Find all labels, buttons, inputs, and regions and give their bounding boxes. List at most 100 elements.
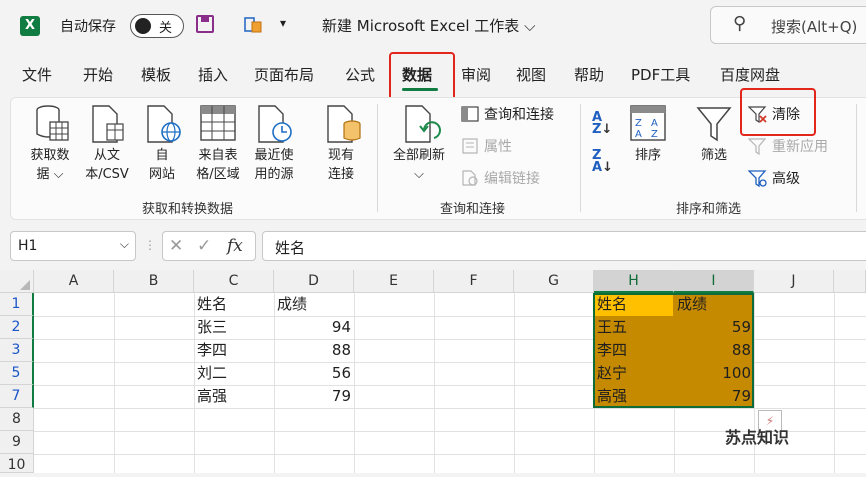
tab-pdf-tools[interactable]: PDF工具 [631, 64, 690, 85]
column-header-d[interactable]: D [274, 270, 354, 293]
tab-help[interactable]: 帮助 [574, 64, 604, 85]
cell-i3[interactable]: 88 [674, 339, 754, 362]
document-title[interactable]: 新建 Microsoft Excel 工作表 ⌵ [322, 15, 535, 36]
column-header-a[interactable]: A [34, 270, 114, 293]
tab-insert[interactable]: 插入 [198, 64, 228, 85]
properties-button[interactable]: 属性 [484, 136, 512, 156]
tab-baidu-netdisk[interactable]: 百度网盘 [720, 64, 780, 85]
group-separator [377, 104, 378, 212]
from-text-csv-icon [92, 105, 124, 143]
column-header-b[interactable]: B [114, 270, 194, 293]
save-icon[interactable] [196, 15, 214, 33]
tab-home[interactable]: 开始 [83, 64, 113, 85]
from-web-icon [147, 105, 181, 143]
get-data-button[interactable]: 获取数 据 ⌵ [22, 146, 78, 184]
advanced-filter-button[interactable]: 高级 [772, 168, 800, 188]
tab-file[interactable]: 文件 [22, 64, 52, 85]
enter-icon[interactable]: ✓ [197, 236, 211, 256]
edit-links-icon [462, 170, 478, 186]
sort-ascending-icon[interactable]: A Z↓ [592, 111, 612, 136]
cell-c7[interactable]: 高强 [194, 385, 274, 408]
sort-descending-icon[interactable]: Z A↓ [592, 149, 613, 174]
group-label-queries: 查询和连接 [440, 202, 506, 217]
column-header-c[interactable]: C [194, 270, 274, 293]
cell-i1[interactable]: 成绩 [674, 293, 754, 316]
get-data-icon [36, 105, 69, 141]
grid-line [34, 408, 866, 409]
formula-buttons: ✕ ✓ fx [162, 231, 256, 261]
from-table-range-button[interactable]: 来自表 格/区域 [190, 146, 246, 184]
cell-d3[interactable]: 88 [274, 339, 354, 362]
row-header-2[interactable]: 2 [0, 316, 34, 339]
cell-h5[interactable]: 赵宁 [594, 362, 674, 385]
row-header-10[interactable]: 10 [0, 454, 34, 473]
tab-view[interactable]: 视图 [516, 64, 546, 85]
queries-connections-button[interactable]: 查询和连接 [484, 104, 554, 124]
cell-h3[interactable]: 李四 [594, 339, 674, 362]
select-all-triangle-icon [20, 280, 30, 290]
from-text-csv-button[interactable]: 从文 本/CSV [78, 146, 136, 184]
column-header-k[interactable] [834, 270, 866, 293]
row-header-1[interactable]: 1 [0, 293, 34, 316]
cancel-icon[interactable]: ✕ [169, 236, 183, 256]
group-label-sort-filter: 排序和筛选 [676, 202, 742, 217]
column-header-h[interactable]: H [594, 270, 674, 293]
insert-function-icon[interactable]: fx [227, 236, 243, 256]
sort-icon: Z A A Z [630, 105, 666, 141]
cell-h1[interactable]: 姓名 [594, 293, 674, 316]
layout-icon[interactable] [244, 16, 262, 34]
tab-page-layout[interactable]: 页面布局 [254, 64, 314, 85]
properties-icon [462, 138, 478, 154]
formula-input[interactable]: 姓名 [262, 231, 866, 261]
tab-review[interactable]: 审阅 [461, 64, 491, 85]
edit-links-button[interactable]: 编辑链接 [484, 168, 540, 188]
column-header-g[interactable]: G [514, 270, 594, 293]
tab-templates[interactable]: 模板 [141, 64, 171, 85]
column-header-j[interactable]: J [754, 270, 834, 293]
group-separator [856, 104, 857, 212]
group-separator [580, 104, 581, 212]
cell-c2[interactable]: 张三 [194, 316, 274, 339]
cell-h7[interactable]: 高强 [594, 385, 674, 408]
row-header-8[interactable]: 8 [0, 408, 34, 431]
cell-c3[interactable]: 李四 [194, 339, 274, 362]
from-web-button[interactable]: 自 网站 [140, 146, 184, 184]
cell-d1[interactable]: 成绩 [274, 293, 354, 316]
search-box[interactable]: ⚲ 搜索(Alt+Q) [710, 6, 866, 44]
clear-button-highlight [740, 88, 816, 136]
existing-connections-button[interactable]: 现有 连接 [316, 146, 366, 184]
cell-d2[interactable]: 94 [274, 316, 354, 339]
cell-c5[interactable]: 刘二 [194, 362, 274, 385]
row-header-3[interactable]: 3 [0, 339, 34, 362]
name-box[interactable]: H1 ⌵ [10, 231, 136, 261]
reapply-icon [748, 138, 767, 156]
row-header-5[interactable]: 5 [0, 362, 34, 385]
column-header-f[interactable]: F [434, 270, 514, 293]
recent-sources-button[interactable]: 最近使 用的源 [246, 146, 302, 184]
refresh-all-icon [405, 105, 441, 143]
cell-i5[interactable]: 100 [674, 362, 754, 385]
recent-sources-icon [258, 105, 292, 143]
cell-h2[interactable]: 王五 [594, 316, 674, 339]
grid-line [434, 293, 435, 473]
cell-d7[interactable]: 79 [274, 385, 354, 408]
column-header-i[interactable]: I [674, 270, 754, 293]
filter-button[interactable]: 筛选 [692, 146, 736, 165]
column-header-e[interactable]: E [354, 270, 434, 293]
row-header-7[interactable]: 7 [0, 385, 34, 408]
row-header-9[interactable]: 9 [0, 431, 34, 454]
refresh-all-button[interactable]: 全部刷新 ⌵ [386, 146, 452, 184]
data-tab-highlight [389, 52, 455, 102]
sort-button[interactable]: 排序 [626, 146, 670, 165]
excel-logo-icon: X [20, 16, 40, 36]
quick-access-dropdown-icon[interactable]: ▾ [280, 16, 286, 30]
autosave-toggle[interactable]: 关 [130, 14, 184, 38]
cell-i2[interactable]: 59 [674, 316, 754, 339]
reapply-button[interactable]: 重新应用 [772, 136, 828, 156]
tab-formulas[interactable]: 公式 [345, 64, 375, 85]
existing-connections-icon [327, 105, 361, 143]
chevron-down-icon[interactable]: ⌵ [120, 237, 129, 252]
cell-c1[interactable]: 姓名 [194, 293, 274, 316]
cell-d5[interactable]: 56 [274, 362, 354, 385]
cell-i7[interactable]: 79 [674, 385, 754, 408]
